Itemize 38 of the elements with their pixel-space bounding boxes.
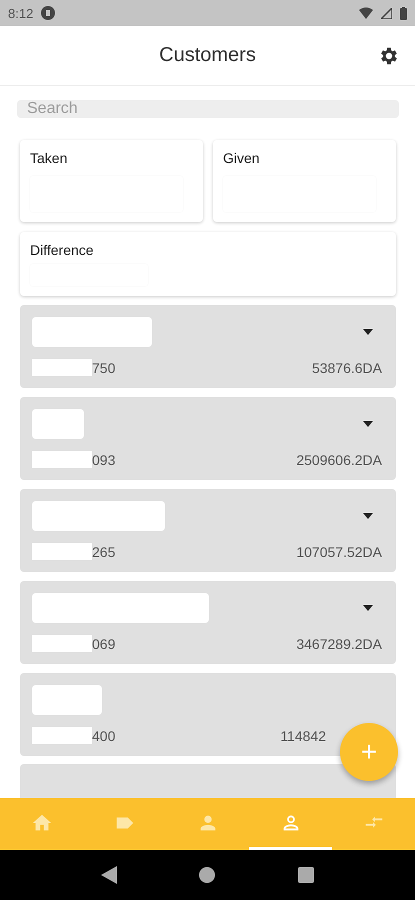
blank-phone-area <box>32 451 92 468</box>
screen-title: Customers <box>159 44 256 67</box>
blank-name-area <box>32 685 102 715</box>
total-label: Taken <box>30 150 68 166</box>
phone-digits: 400 <box>92 728 116 744</box>
blank-name-area <box>32 409 84 439</box>
customer-amount: 114842 <box>280 728 326 744</box>
search-field[interactable]: Search <box>17 100 399 118</box>
blank-phone-area <box>32 635 92 652</box>
phone-digits: 750 <box>92 360 116 376</box>
recents-icon[interactable] <box>298 867 314 883</box>
blank-phone-area <box>32 359 92 376</box>
back-icon[interactable] <box>101 866 118 884</box>
customer-amount: 107057.52DA <box>296 544 382 560</box>
customer-card[interactable]: 750 53876.6DA <box>20 305 396 388</box>
phone-digits: 265 <box>92 544 116 560</box>
app-notification-icon <box>41 6 56 20</box>
customer-amount: 3467289.2DA <box>296 636 382 652</box>
customer-card[interactable]: 093 2509606.2DA <box>20 397 396 480</box>
blank-phone-area <box>32 727 92 744</box>
customer-card[interactable]: 069 3467289.2DA <box>20 581 396 664</box>
customer-card[interactable]: 265 107057.52DA <box>20 489 396 572</box>
total-label: Given <box>223 150 261 166</box>
phone-digits: 069 <box>92 636 116 652</box>
battery-icon <box>400 6 407 20</box>
dropdown-caret-icon[interactable] <box>362 420 374 428</box>
dropdown-caret-icon[interactable] <box>362 604 374 612</box>
customer-amount: 53876.6DA <box>312 360 382 376</box>
dropdown-caret-icon[interactable] <box>362 328 374 336</box>
dropdown-caret-icon[interactable] <box>362 512 374 520</box>
customer-amount: 2509606.2DA <box>296 452 382 468</box>
signal-icon <box>381 8 392 18</box>
home-circle-icon[interactable] <box>199 867 216 883</box>
blank-phone-area <box>32 543 92 560</box>
phone-digits: 093 <box>92 452 116 468</box>
difference-label: Difference <box>30 242 95 258</box>
status-time: 8:12 <box>8 6 34 20</box>
wifi-icon <box>359 7 373 19</box>
